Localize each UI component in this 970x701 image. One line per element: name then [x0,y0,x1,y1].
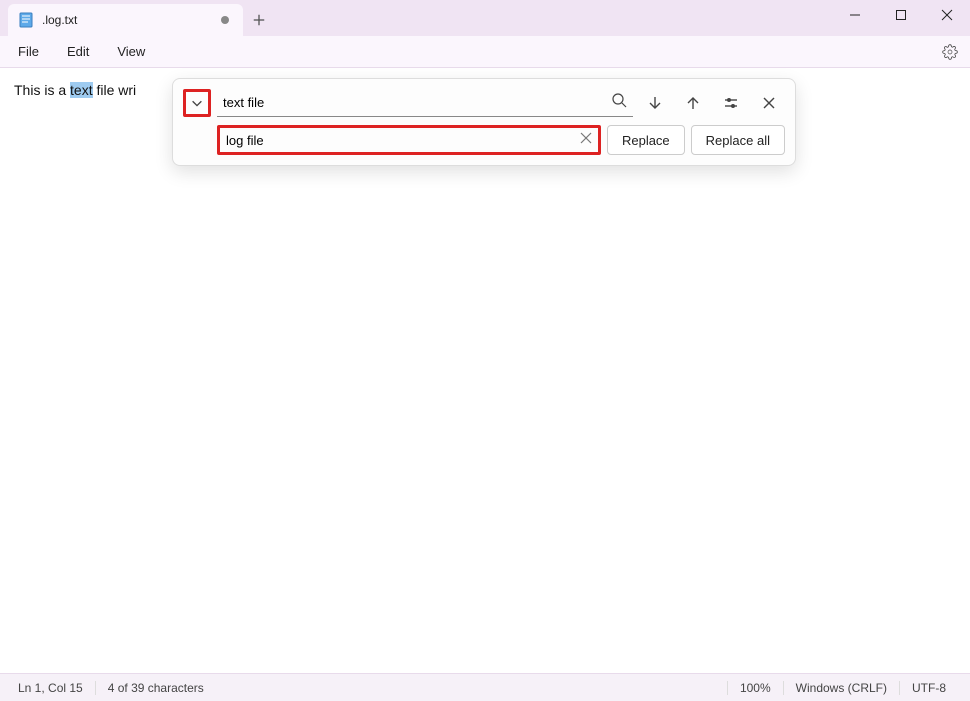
replace-input-wrap [217,125,601,155]
find-input[interactable] [223,95,605,110]
editor-text-highlight: text [70,82,93,98]
replace-row: Replace Replace all [183,125,785,155]
close-button[interactable] [924,0,970,30]
new-tab-button[interactable] [243,4,275,36]
find-options-button[interactable] [715,89,747,117]
menu-file[interactable]: File [4,40,53,63]
toggle-replace-button[interactable] [183,89,211,117]
search-icon [611,92,627,113]
tabs-area: .log.txt [0,4,832,36]
status-characters[interactable]: 4 of 39 characters [95,681,216,695]
replace-button[interactable]: Replace [607,125,685,155]
menu-view[interactable]: View [103,40,159,63]
replace-input[interactable] [226,133,574,148]
statusbar: Ln 1, Col 15 4 of 39 characters 100% Win… [0,673,970,701]
titlebar: .log.txt [0,0,970,36]
find-previous-button[interactable] [677,89,709,117]
find-row [183,89,785,117]
find-next-button[interactable] [639,89,671,117]
notepad-icon [18,12,34,28]
minimize-button[interactable] [832,0,878,30]
status-position[interactable]: Ln 1, Col 15 [12,681,95,695]
editor-text-suffix: file wri [93,82,137,98]
status-zoom[interactable]: 100% [727,681,783,695]
window-controls [832,0,970,36]
clear-replace-button[interactable] [580,131,592,149]
maximize-button[interactable] [878,0,924,30]
unsaved-dot-icon [221,16,229,24]
menubar: File Edit View [0,36,970,68]
find-replace-panel: Replace Replace all [172,78,796,166]
status-encoding[interactable]: UTF-8 [899,681,958,695]
close-find-button[interactable] [753,89,785,117]
tab-title: .log.txt [42,13,213,27]
find-input-wrap [217,89,633,117]
menu-edit[interactable]: Edit [53,40,103,63]
status-line-ending[interactable]: Windows (CRLF) [783,681,899,695]
replace-all-button[interactable]: Replace all [691,125,785,155]
document-tab[interactable]: .log.txt [8,4,243,36]
settings-button[interactable] [934,36,966,68]
editor-text-prefix: This is a [14,82,70,98]
